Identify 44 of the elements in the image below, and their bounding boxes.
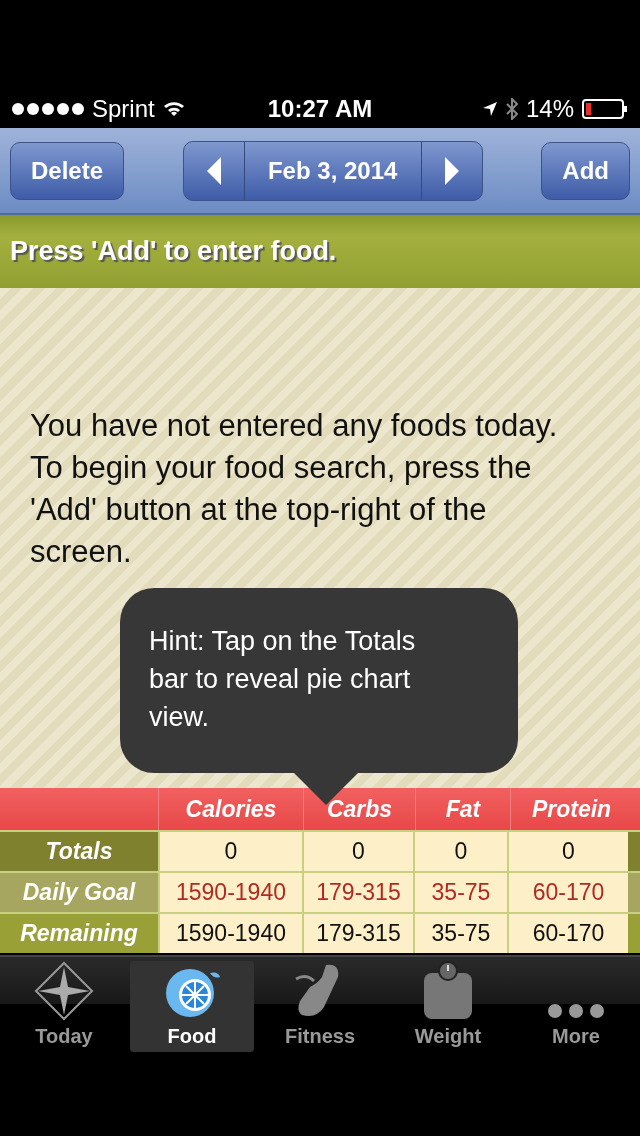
hint-text: Hint: Tap on the Totals bar to reveal pie chart view. [149, 626, 416, 732]
row-end-strip [628, 873, 640, 912]
add-button[interactable]: Add [541, 141, 630, 200]
table-cell: 179-315 [302, 914, 413, 953]
table-cell: 1590-1940 [158, 873, 302, 912]
table-cell: 0 [158, 832, 302, 871]
signal-icon [12, 103, 84, 115]
tab-bar-item[interactable]: More [514, 961, 638, 1052]
battery-icon [582, 99, 628, 119]
row-end-strip [628, 832, 640, 871]
table-cell: 1590-1940 [158, 914, 302, 953]
left-triangle-icon [206, 156, 221, 185]
row-end-strip [628, 914, 640, 953]
column-header: Protein [510, 788, 632, 830]
battery-percent: 14% [525, 95, 574, 123]
column-header: Fat [415, 788, 510, 830]
location-arrow-icon [481, 101, 498, 117]
tab-bar-item[interactable]: Weight [386, 961, 510, 1052]
date-label: Feb 3, 2014 [243, 141, 422, 200]
row-label: Remaining [0, 914, 158, 953]
compass-star-icon [34, 961, 94, 1021]
row-label: Daily Goal [0, 873, 158, 912]
row-label: Totals [0, 832, 158, 871]
table-cell: 0 [413, 832, 507, 871]
carrier-name: Sprint [92, 95, 155, 123]
column-header: Calories [158, 788, 303, 830]
empty-message: You have not entered any foods today. To begin your food search, press the 'Add' button at the top-right of the screen. [30, 407, 559, 571]
more-dots-icon [546, 1001, 606, 1021]
table-cell: 0 [507, 832, 628, 871]
right-triangle-icon [444, 156, 459, 185]
instruction-banner: Press 'Add' to enter food. [0, 215, 640, 288]
tab-bar-item[interactable]: Today [2, 961, 126, 1052]
table-cell: 60-170 [507, 873, 628, 912]
status-time: 10:27 AM [267, 95, 373, 123]
table-cell: 0 [302, 832, 413, 871]
tab-bar-item[interactable]: Fitness [258, 961, 382, 1052]
tab-bar-item[interactable]: Food [130, 961, 254, 1052]
table-cell: 35-75 [413, 873, 507, 912]
table-cell: 60-170 [507, 914, 628, 953]
table-cell: 179-315 [302, 873, 413, 912]
table-cell: 35-75 [413, 914, 507, 953]
wifi-icon [162, 101, 185, 117]
bluetooth-icon [505, 98, 518, 120]
delete-button[interactable]: Delete [10, 141, 124, 200]
